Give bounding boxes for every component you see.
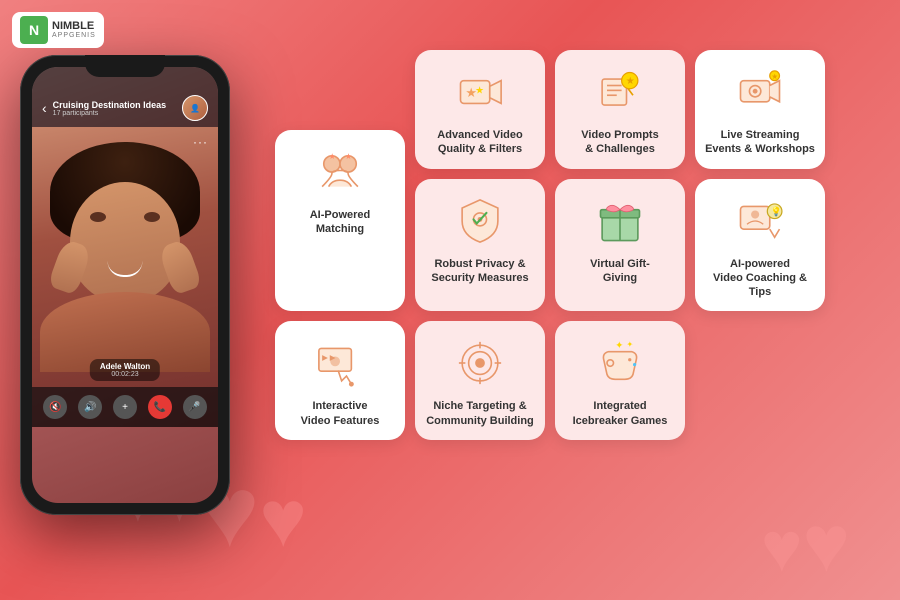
phone-mockup: ‹ Cruising Destination Ideas 17 particip…	[20, 55, 240, 535]
video-prompts-label: Video Prompts& Challenges	[581, 128, 658, 157]
virtual-gift-label: Virtual Gift-Giving	[590, 257, 650, 286]
card-video-prompts: ★ Video Prompts& Challenges	[555, 50, 685, 169]
svg-text:✦: ✦	[627, 340, 634, 349]
phone-back-button[interactable]: ‹	[42, 100, 47, 116]
phone-controls: 🔇 🔊 + 📞 🎤	[32, 387, 218, 427]
phone-screen: ‹ Cruising Destination Ideas 17 particip…	[32, 67, 218, 503]
svg-text:✦: ✦	[615, 341, 623, 352]
card-robust-privacy: Robust Privacy &Security Measures	[415, 179, 545, 312]
svg-text:★: ★	[626, 76, 635, 87]
phone-notch	[85, 55, 165, 77]
card-ai-coaching: 💡 AI-poweredVideo Coaching & Tips	[695, 179, 825, 312]
phone-person	[32, 127, 218, 387]
phone-participants: 17 participants	[53, 110, 176, 117]
phone-title-block: Cruising Destination Ideas 17 participan…	[53, 100, 176, 117]
feature-cards-grid: ★ ★ AI-PoweredMatching ★ ★ Advanced Vide…	[275, 50, 855, 450]
phone-video-area: ···	[32, 127, 218, 387]
adv-video-icon: ★ ★	[452, 64, 508, 120]
interactive-video-label: InteractiveVideo Features	[301, 399, 380, 428]
svg-text:★: ★	[475, 86, 484, 97]
end-call-button[interactable]: 📞	[148, 395, 172, 419]
mute-button[interactable]: 🔇	[43, 395, 67, 419]
ai-matching-label: AI-PoweredMatching	[310, 208, 371, 237]
logo[interactable]: N NIMBLE APPGENIS	[12, 12, 104, 48]
svg-text:💡: 💡	[771, 205, 782, 216]
card-adv-video: ★ ★ Advanced VideoQuality & Filters	[415, 50, 545, 169]
virtual-gift-icon	[592, 193, 648, 249]
card-virtual-gift: Virtual Gift-Giving	[555, 179, 685, 312]
video-prompts-icon: ★	[592, 64, 648, 120]
interactive-video-icon: ▶ ▶	[312, 335, 368, 391]
svg-text:★: ★	[771, 72, 778, 81]
adv-video-label: Advanced VideoQuality & Filters	[437, 128, 522, 157]
logo-icon: N	[20, 16, 48, 44]
phone-chat-title: Cruising Destination Ideas	[53, 100, 176, 110]
phone-body: ‹ Cruising Destination Ideas 17 particip…	[20, 55, 230, 515]
ai-coaching-label: AI-poweredVideo Coaching & Tips	[705, 257, 815, 300]
logo-nimble: NIMBLE	[52, 20, 96, 32]
robust-privacy-label: Robust Privacy &Security Measures	[431, 257, 528, 286]
phone-call-timer: 00:02:23	[100, 371, 150, 378]
live-stream-label: Live StreamingEvents & Workshops	[705, 128, 815, 157]
robust-privacy-icon	[452, 193, 508, 249]
svg-text:★: ★	[329, 152, 336, 161]
niche-targeting-label: Niche Targeting &Community Building	[426, 399, 534, 428]
phone-avatar: 👤	[182, 95, 208, 121]
card-ai-matching: ★ ★ AI-PoweredMatching	[275, 130, 405, 311]
card-icebreaker: ✦ ✦ IntegratedIcebreaker Games	[555, 321, 685, 440]
ai-matching-icon: ★ ★	[312, 144, 368, 200]
svg-text:★: ★	[345, 152, 352, 161]
phone-person-name: Adele Walton	[100, 362, 150, 371]
card-live-stream: ★ Live StreamingEvents & Workshops	[695, 50, 825, 169]
niche-targeting-icon	[452, 335, 508, 391]
add-participant-button[interactable]: +	[113, 395, 137, 419]
icebreaker-icon: ✦ ✦	[592, 335, 648, 391]
speaker-button[interactable]: 🔊	[78, 395, 102, 419]
mic-button[interactable]: 🎤	[183, 395, 207, 419]
icebreaker-label: IntegratedIcebreaker Games	[573, 399, 668, 428]
logo-appgenis: APPGENIS	[52, 32, 96, 40]
card-interactive-video: ▶ ▶ InteractiveVideo Features	[275, 321, 405, 440]
phone-name-badge: Adele Walton 00:02:23	[90, 359, 160, 381]
card-niche-targeting: Niche Targeting &Community Building	[415, 321, 545, 440]
ai-coaching-icon: 💡	[732, 193, 788, 249]
logo-text: NIMBLE APPGENIS	[52, 20, 96, 40]
live-stream-icon: ★	[732, 64, 788, 120]
